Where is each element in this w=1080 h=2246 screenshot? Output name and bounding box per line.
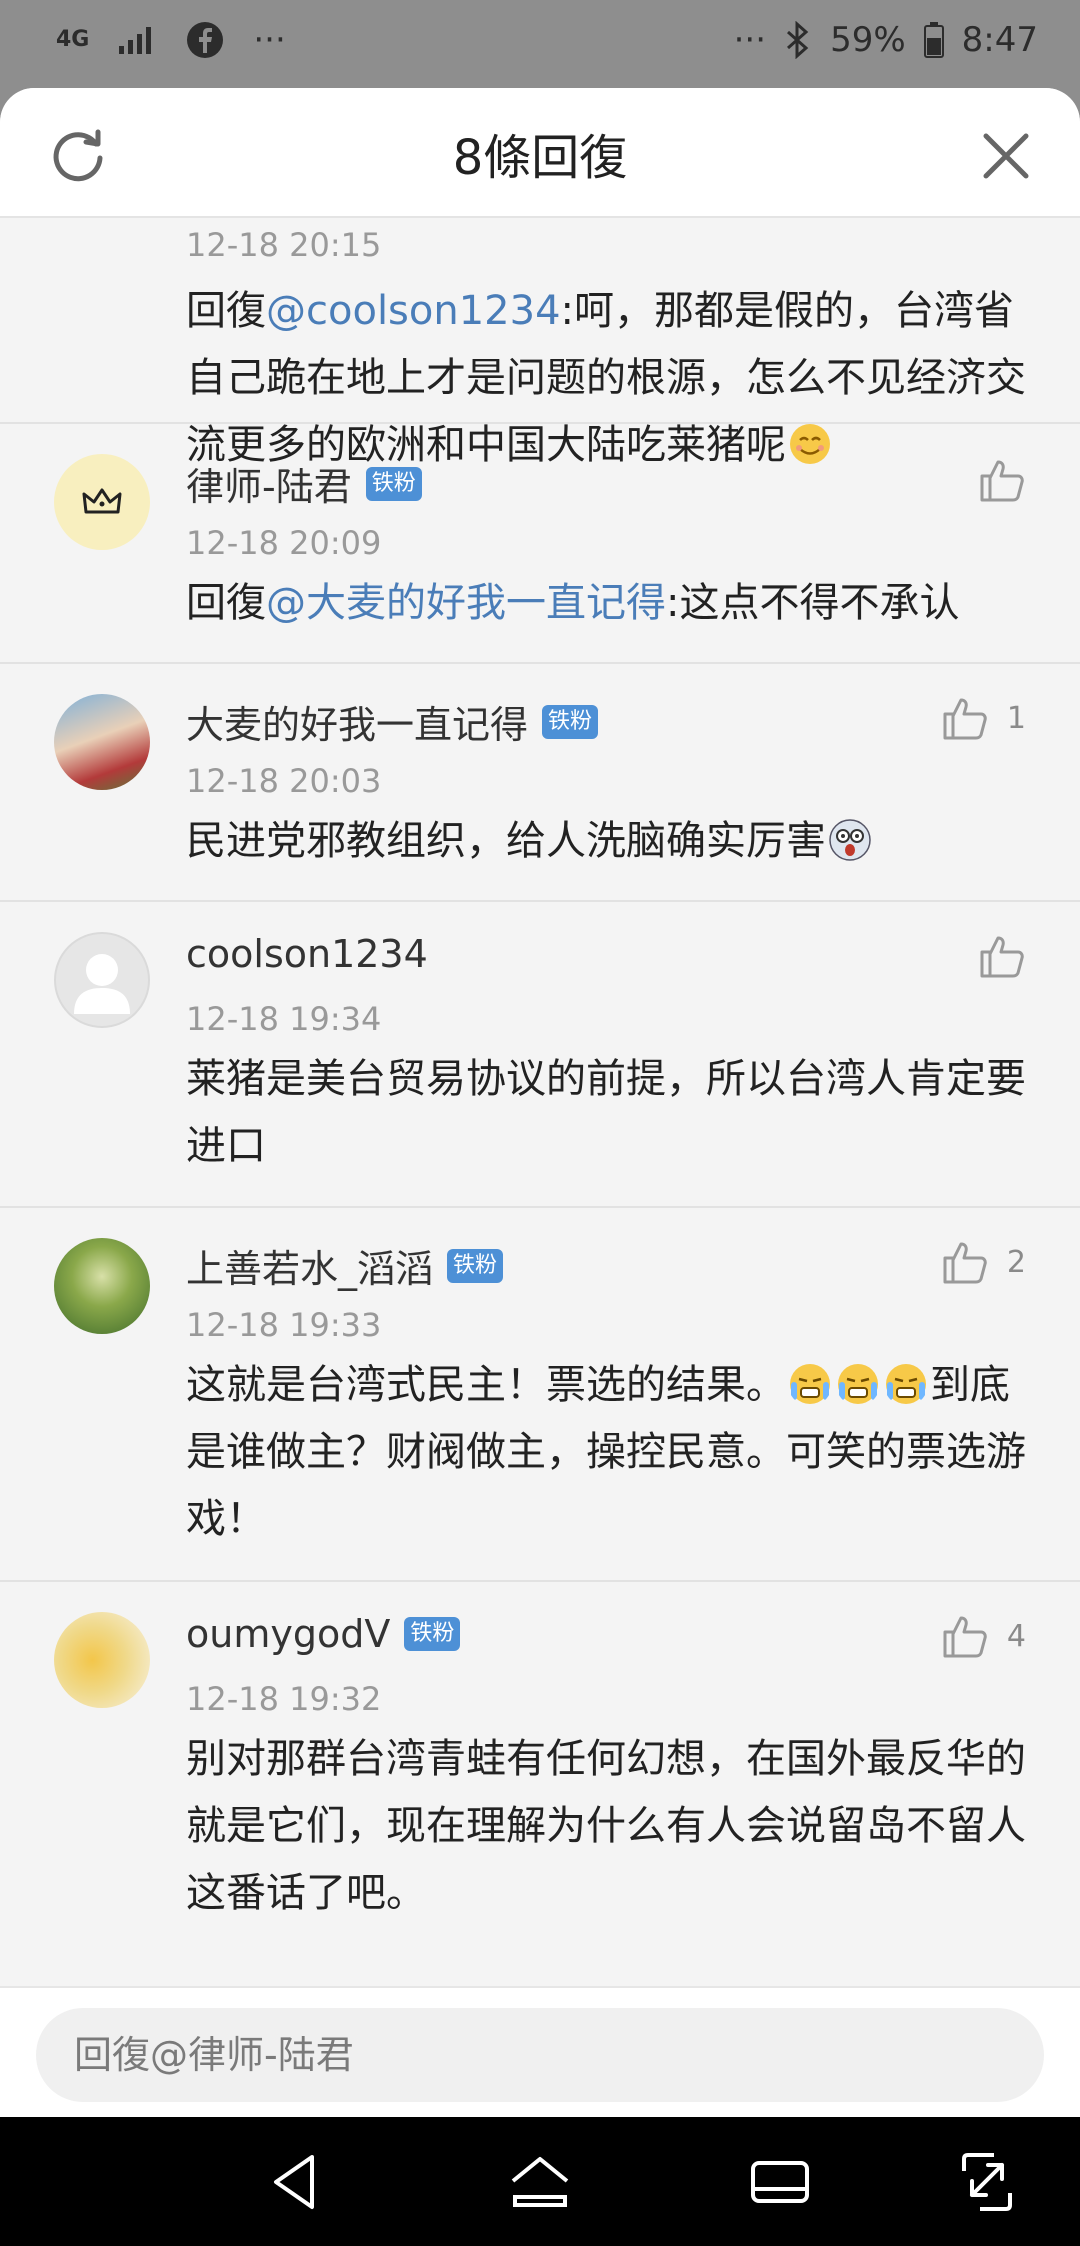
mention-link[interactable]: @coolson1234 xyxy=(266,288,561,334)
sheet-header: 8條回復 xyxy=(0,88,1080,218)
comment-author[interactable]: 律师-陆君 xyxy=(186,456,352,511)
like-count: 1 xyxy=(1006,700,1026,736)
fan-badge: 铁粉 xyxy=(447,1248,504,1283)
crying-emoji-icon xyxy=(790,1364,830,1404)
dizzy-emoji-icon xyxy=(829,819,871,861)
comment-time: 12-18 19:34 xyxy=(186,1000,382,1038)
like-button[interactable]: 4 xyxy=(941,1612,1026,1660)
comment-author-row: 大麦的好我一直记得 铁粉 xyxy=(186,694,599,749)
comment-item: 律师-陆君 铁粉 12-18 20:09 回復@大麦的好我一直记得:这点不得不承… xyxy=(0,424,1080,664)
crying-emoji-icon xyxy=(886,1364,926,1404)
status-bar: 4G ··· ··· 59% 8:47 xyxy=(0,0,1080,88)
recents-icon[interactable] xyxy=(745,2149,815,2215)
comment-time: 12-18 20:15 xyxy=(186,226,382,264)
rotate-icon[interactable] xyxy=(952,2149,1022,2215)
like-count: 4 xyxy=(1006,1618,1026,1654)
crying-emoji-icon xyxy=(838,1364,878,1404)
battery-icon xyxy=(923,22,944,58)
comment-item: 上善若水_滔滔 铁粉 12-18 19:33 这就是台湾式民主！票选的结果。 到底… xyxy=(0,1208,1080,1582)
page-title: 8條回復 xyxy=(452,130,628,186)
comment-author[interactable]: 上善若水_滔滔 xyxy=(186,1238,433,1293)
avatar[interactable] xyxy=(54,1238,150,1334)
comment-author[interactable]: coolson1234 xyxy=(186,932,428,976)
like-count: 2 xyxy=(1006,1244,1026,1280)
fan-badge: 铁粉 xyxy=(542,704,599,739)
comment-text: 民进党邪教组织，给人洗脑确实厉害 xyxy=(186,808,1036,875)
comment-item: oumygodV 铁粉 12-18 19:32 别对那群台湾青蛙有任何幻想，在国… xyxy=(0,1582,1080,1986)
comment-text: 莱猪是美台贸易协议的前提，所以台湾人肯定要进口 xyxy=(186,1056,1026,1169)
fan-badge: 铁粉 xyxy=(404,1617,461,1651)
avatar[interactable] xyxy=(54,454,150,550)
signal-icon xyxy=(119,27,152,54)
network-type: 4G xyxy=(56,27,90,52)
comment-list[interactable]: 12-18 20:15 回復@coolson1234:呵，那都是假的，台湾省自己… xyxy=(0,218,1080,1986)
like-button[interactable]: 2 xyxy=(941,1238,1026,1286)
thumbs-up-icon xyxy=(980,936,1024,978)
like-button[interactable] xyxy=(978,932,1026,980)
comment-time: 12-18 19:33 xyxy=(186,1306,382,1344)
crown-icon xyxy=(82,488,122,514)
thumbs-up-icon xyxy=(943,1616,987,1658)
comment-author[interactable]: 大麦的好我一直记得 xyxy=(186,694,528,749)
default-user-icon xyxy=(74,954,130,1014)
mention-link[interactable]: @大麦的好我一直记得 xyxy=(266,580,666,626)
comment-text: 回復@大麦的好我一直记得:这点不得不承认 xyxy=(186,580,960,626)
close-icon[interactable] xyxy=(978,128,1034,184)
comment-text: 别对那群台湾青蛙有任何幻想，在国外最反华的就是它们，现在理解为什么有人会说留岛不… xyxy=(186,1736,1026,1916)
battery-percent: 59% xyxy=(830,20,906,60)
navigation-bar xyxy=(0,2117,1080,2246)
avatar[interactable] xyxy=(54,1612,150,1708)
clock: 8:47 xyxy=(961,20,1038,60)
thumbs-up-icon xyxy=(943,1242,987,1284)
comment-item: 12-18 20:15 回復@coolson1234:呵，那都是假的，台湾省自己… xyxy=(0,218,1080,468)
more-icon: ··· xyxy=(253,20,286,60)
comment-time: 12-18 19:32 xyxy=(186,1680,382,1718)
avatar[interactable] xyxy=(54,694,150,790)
comment-time: 12-18 20:03 xyxy=(186,762,382,800)
reply-bar xyxy=(0,1986,1080,2117)
comment-author-row: 上善若水_滔滔 铁粉 xyxy=(186,1238,504,1293)
like-button[interactable] xyxy=(978,456,1026,504)
comment-time: 12-18 20:09 xyxy=(186,524,382,562)
thumbs-up-icon xyxy=(980,460,1024,502)
avatar[interactable] xyxy=(54,932,150,1028)
thumbs-up-icon xyxy=(943,698,987,740)
like-button[interactable]: 1 xyxy=(941,694,1026,742)
comment-author-row: coolson1234 xyxy=(186,932,428,976)
comment-text: 这就是台湾式民主！票选的结果。 到底是谁做主？财阀做主，操控民意。可笑的票选游戏！ xyxy=(186,1362,1026,1542)
comment-author[interactable]: oumygodV xyxy=(186,1612,390,1656)
bluetooth-icon xyxy=(787,21,809,59)
more-icon: ··· xyxy=(733,20,767,60)
comment-item: 大麦的好我一直记得 铁粉 12-18 20:03 民进党邪教组织，给人洗脑确实厉… xyxy=(0,664,1080,902)
back-icon[interactable] xyxy=(264,2149,334,2215)
comment-item: coolson1234 12-18 19:34 莱猪是美台贸易协议的前提，所以台… xyxy=(0,902,1080,1208)
comments-sheet: 8條回復 12-18 20:15 回復@coolson1234:呵，那都是假的，… xyxy=(0,88,1080,2117)
facebook-icon xyxy=(187,22,224,58)
comment-author-row: oumygodV 铁粉 xyxy=(186,1612,461,1656)
comment-author-row: 律师-陆君 铁粉 xyxy=(186,456,422,511)
reply-input[interactable] xyxy=(36,2008,1044,2102)
home-icon[interactable] xyxy=(505,2149,575,2215)
fan-badge: 铁粉 xyxy=(365,466,422,501)
